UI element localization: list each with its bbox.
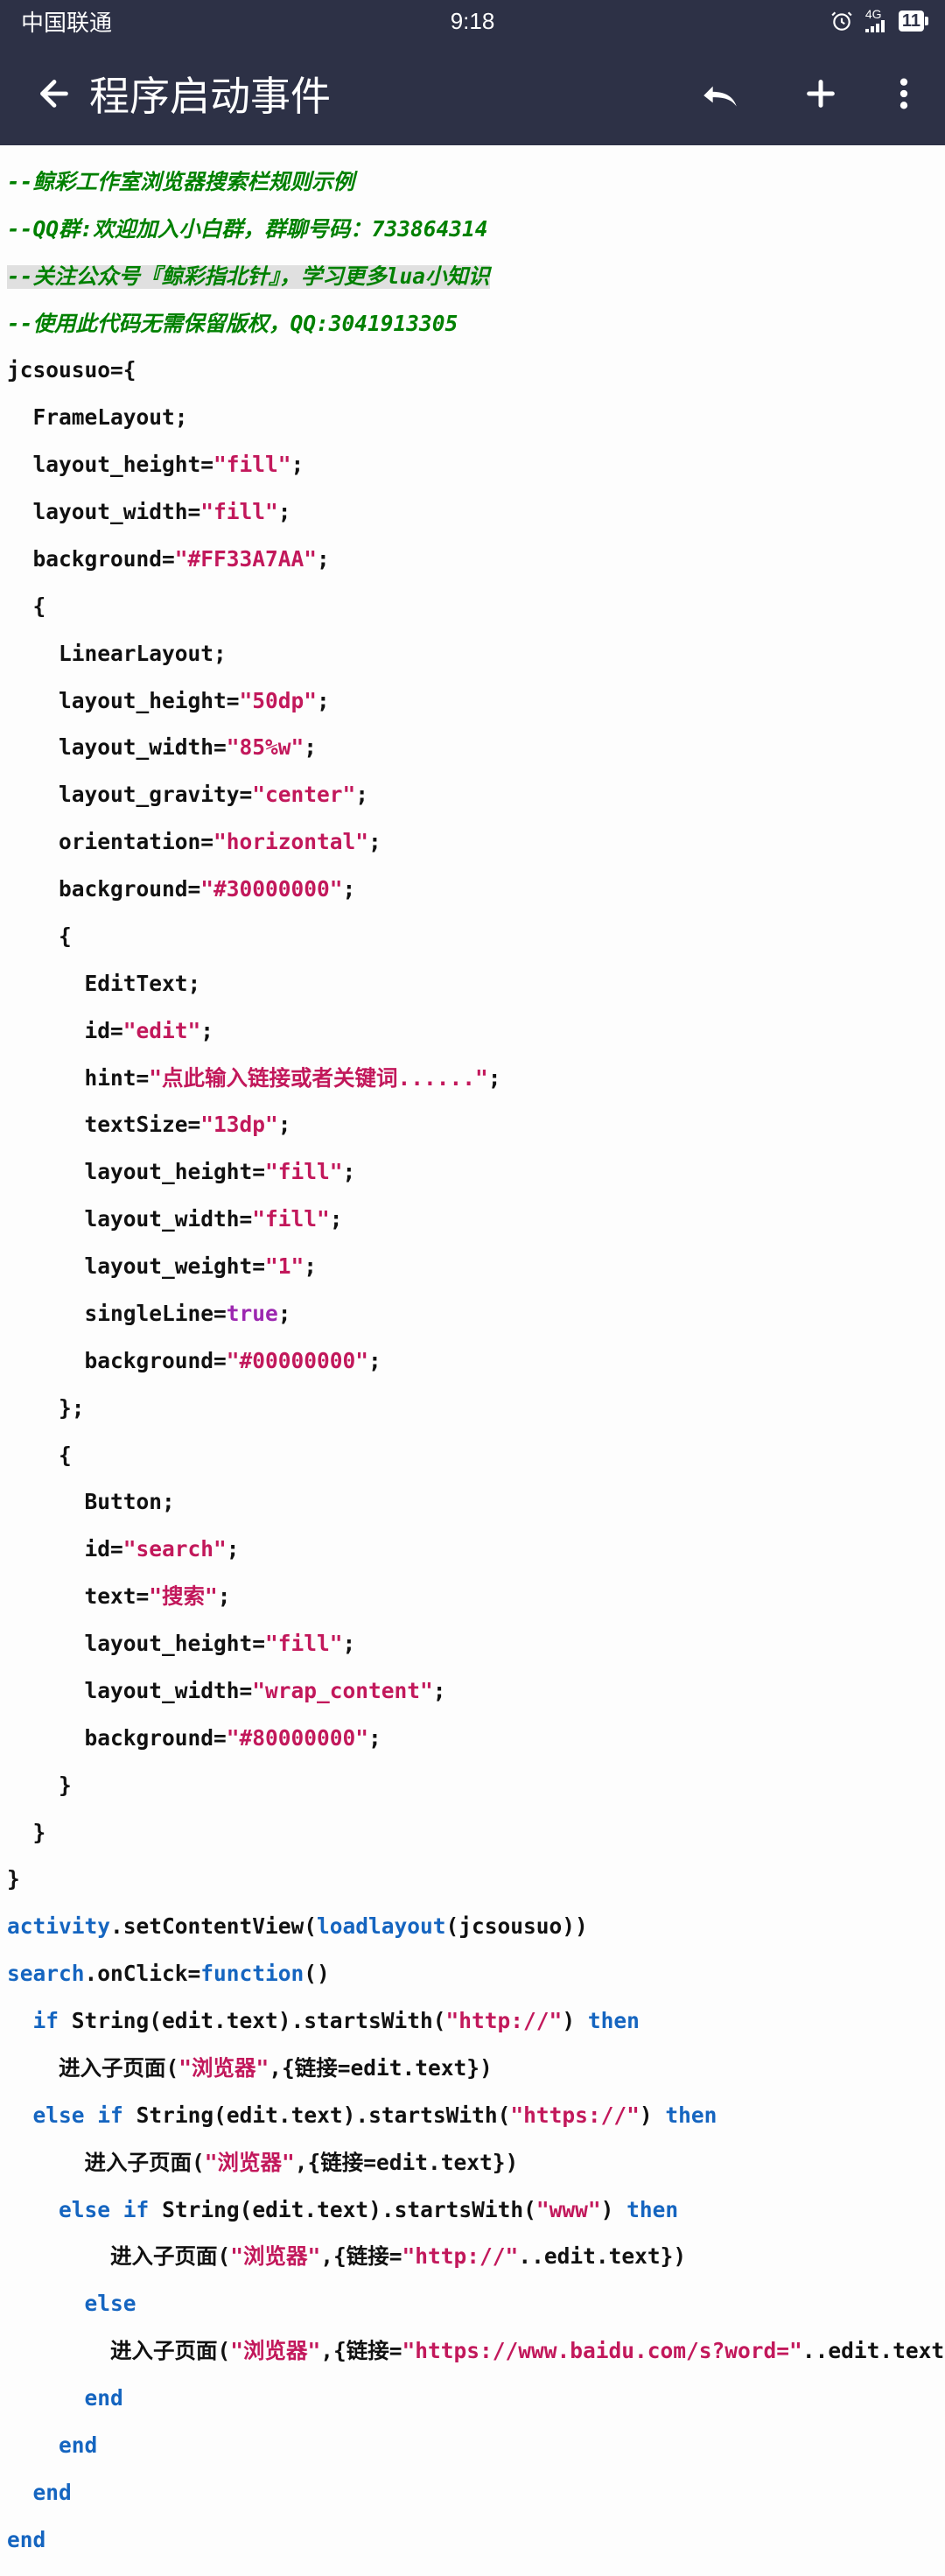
code-line: textSize="13dp";	[7, 1113, 945, 1137]
code-line: text="搜索";	[7, 1585, 945, 1609]
code-line: background="#30000000";	[7, 878, 945, 902]
code-line: {	[7, 1444, 945, 1468]
code-line: end	[7, 2434, 945, 2458]
cursor-line: --关注公众号『鲸彩指北针』，学习更多lua小知识	[7, 265, 490, 289]
code-line: activity.setContentView(loadlayout(jcsou…	[7, 1915, 945, 1939]
code-line: layout_width="fill";	[7, 501, 945, 524]
code-line: layout_height="fill";	[7, 1632, 945, 1656]
code-line: 进入子页面("浏览器",{链接="https://www.baidu.com/s…	[7, 2340, 945, 2363]
status-bar: 中国联通 9:18 4G 11	[0, 0, 945, 42]
code-line: FrameLayout;	[7, 406, 945, 430]
code-line: end	[7, 2481, 945, 2505]
comment-line: --QQ群:欢迎加入小白群，群聊号码：733864314	[7, 216, 488, 242]
code-line: Button;	[7, 1491, 945, 1514]
code-line: id="edit";	[7, 1020, 945, 1043]
carrier-label: 中国联通	[21, 5, 322, 38]
code-line: 进入子页面("浏览器",{链接="http://"..edit.text})	[7, 2245, 945, 2269]
code-line: };	[7, 1397, 945, 1421]
code-line: 进入子页面("浏览器",{链接=edit.text})	[7, 2151, 945, 2175]
code-line: else if String(edit.text).startsWith("ww…	[7, 2199, 945, 2222]
code-line: layout_weight="1";	[7, 1255, 945, 1279]
code-line: else if String(edit.text).startsWith("ht…	[7, 2104, 945, 2128]
plus-icon	[803, 76, 838, 111]
code-line: layout_width="85%w";	[7, 736, 945, 760]
page-title: 程序启动事件	[89, 65, 698, 123]
code-editor[interactable]: --鲸彩工作室浏览器搜索栏规则示例 --QQ群:欢迎加入小白群，群聊号码：733…	[0, 145, 945, 2576]
arrow-left-icon	[34, 74, 74, 114]
code-line: background="#FF33A7AA";	[7, 548, 945, 572]
network-icon: 4G	[865, 8, 886, 34]
code-line: end	[7, 2387, 945, 2411]
code-line: {	[7, 925, 945, 949]
code-line: search.onClick=function()	[7, 1962, 945, 1986]
undo-icon	[698, 76, 742, 111]
more-button[interactable]	[900, 76, 908, 111]
code-line: end	[7, 2529, 945, 2552]
code-line: {	[7, 595, 945, 619]
code-line: id="search";	[7, 1538, 945, 1562]
alarm-icon	[830, 10, 853, 32]
back-button[interactable]	[30, 74, 79, 114]
code-line: layout_height="fill";	[7, 1161, 945, 1184]
add-button[interactable]	[803, 76, 838, 111]
code-line: jcsousuo={	[7, 359, 945, 383]
code-line: layout_width="wrap_content";	[7, 1680, 945, 1703]
code-line: layout_width="fill";	[7, 1208, 945, 1232]
code-line: else	[7, 2292, 945, 2316]
comment-line: --鲸彩工作室浏览器搜索栏规则示例	[7, 169, 354, 194]
code-line: }	[7, 1821, 945, 1845]
code-line: if String(edit.text).startsWith("http://…	[7, 2010, 945, 2033]
code-line: }	[7, 1868, 945, 1892]
more-vert-icon	[900, 76, 908, 111]
code-line: orientation="horizontal";	[7, 831, 945, 854]
code-line: layout_height="fill";	[7, 453, 945, 477]
code-line: LinearLayout;	[7, 642, 945, 666]
clock: 9:18	[322, 8, 623, 35]
app-bar: 程序启动事件	[0, 42, 945, 145]
comment-line: --使用此代码无需保留版权，QQ:3041913305	[7, 311, 458, 336]
code-line: background="#80000000";	[7, 1727, 945, 1751]
battery-indicator: 11	[899, 11, 924, 32]
code-line: layout_height="50dp";	[7, 690, 945, 713]
code-line: layout_gravity="center";	[7, 783, 945, 807]
code-line: background="#00000000";	[7, 1350, 945, 1373]
code-line: singleLine=true;	[7, 1302, 945, 1326]
code-line: EditText;	[7, 972, 945, 996]
undo-button[interactable]	[698, 76, 742, 111]
code-line: }	[7, 1774, 945, 1798]
code-line: 进入子页面("浏览器",{链接=edit.text})	[7, 2057, 945, 2081]
code-line: hint="点此输入链接或者关键词......";	[7, 1067, 945, 1091]
